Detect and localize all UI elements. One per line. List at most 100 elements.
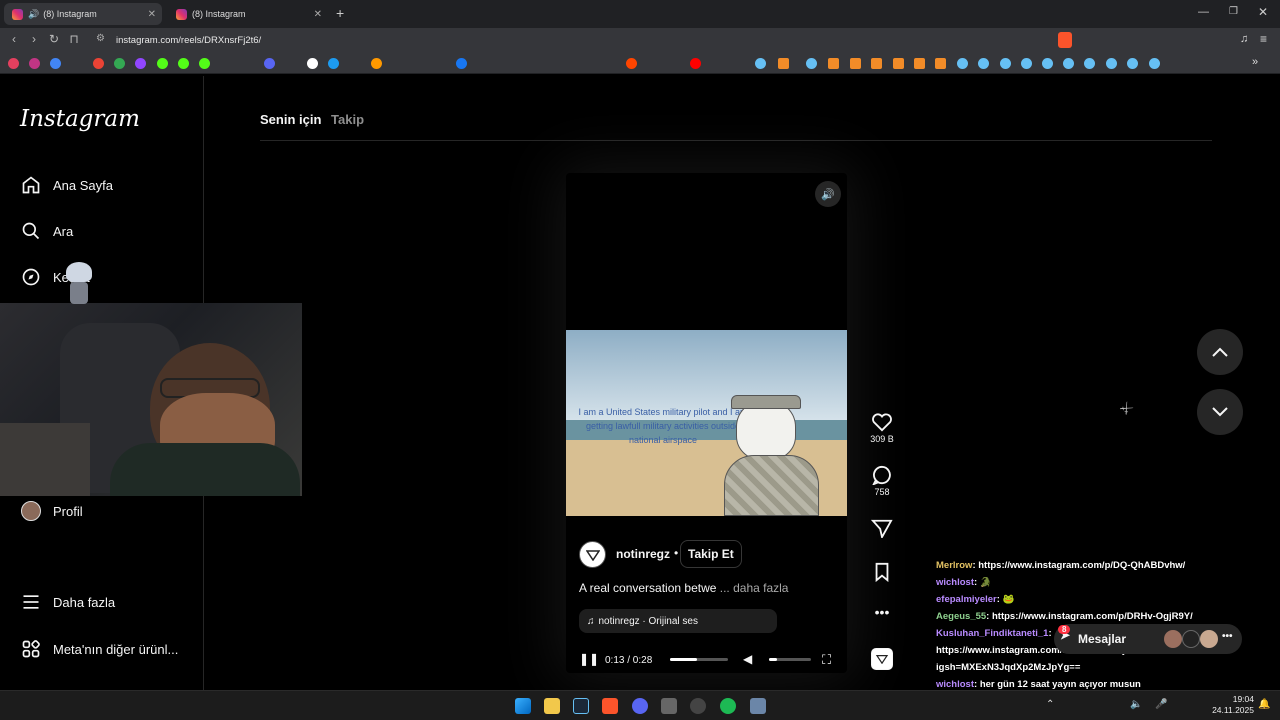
bookmark-icon[interactable] bbox=[328, 58, 339, 69]
bookmark-icon[interactable] bbox=[850, 58, 861, 69]
close-tab-icon[interactable]: ✕ bbox=[314, 9, 322, 20]
previous-reel-button[interactable] bbox=[1197, 329, 1243, 375]
bookmark-icon[interactable] bbox=[914, 58, 925, 69]
more-options-icon[interactable]: ••• bbox=[1222, 631, 1233, 642]
notification-icon[interactable]: 🔔 bbox=[1258, 699, 1270, 710]
speaker-icon[interactable]: 🔈 bbox=[1130, 699, 1142, 710]
bookmark-icon[interactable] bbox=[178, 58, 189, 69]
bookmark-icon[interactable] bbox=[828, 58, 839, 69]
browser-tab[interactable]: (8) Instagram ✕ bbox=[168, 3, 328, 25]
browser-tab[interactable]: 🔊 (8) Instagram ✕ bbox=[4, 3, 162, 25]
progress-bar[interactable] bbox=[670, 658, 728, 661]
discord-icon[interactable] bbox=[632, 698, 648, 714]
instagram-logo[interactable]: Instagram bbox=[20, 106, 140, 132]
audio-chip[interactable]: ♫ notinregz · Orijinal ses bbox=[579, 609, 777, 633]
bookmark-icon[interactable] bbox=[778, 58, 789, 69]
more-link[interactable]: ... daha fazla bbox=[720, 581, 789, 595]
close-tab-icon[interactable]: ✕ bbox=[148, 9, 156, 20]
reload-icon[interactable]: ↻ bbox=[46, 32, 62, 46]
music-icon[interactable]: ♫ bbox=[1240, 33, 1248, 45]
sidebar-item-home[interactable]: Ana Sayfa bbox=[20, 172, 113, 198]
follow-button[interactable]: Takip Et bbox=[680, 540, 742, 568]
sidebar-item-meta[interactable]: Meta'nın diğer ürünl... bbox=[20, 636, 178, 662]
bookmark-icon[interactable] bbox=[1021, 58, 1032, 69]
brave-icon[interactable] bbox=[602, 698, 618, 714]
clock[interactable]: 19:04 24.11.2025 bbox=[1208, 694, 1254, 716]
volume-slider[interactable] bbox=[769, 658, 811, 661]
like-button[interactable]: 309 B bbox=[866, 412, 898, 444]
chevron-up-icon[interactable]: ⌃ bbox=[1046, 699, 1054, 710]
emote-icon: 🐸 bbox=[1002, 594, 1015, 605]
bookmark-icon[interactable] bbox=[1042, 58, 1053, 69]
bookmark-icon[interactable] bbox=[1000, 58, 1011, 69]
bookmark-icon[interactable] bbox=[157, 58, 168, 69]
bookmark-icon[interactable] bbox=[806, 58, 817, 69]
bookmark-icon[interactable] bbox=[935, 58, 946, 69]
bookmark-icon[interactable] bbox=[893, 58, 904, 69]
bookmark-icon[interactable] bbox=[93, 58, 104, 69]
spotify-icon[interactable] bbox=[720, 698, 736, 714]
bookmark-icon[interactable] bbox=[8, 58, 19, 69]
bookmark-icon[interactable] bbox=[626, 58, 637, 69]
messages-button[interactable]: ➤ 8 Mesajlar ••• bbox=[1054, 624, 1242, 654]
menu-icon[interactable]: ≡ bbox=[1260, 32, 1267, 46]
bookmark-icon[interactable] bbox=[199, 58, 210, 69]
bookmark-icon[interactable] bbox=[307, 58, 318, 69]
bookmark-icon[interactable] bbox=[978, 58, 989, 69]
reel-video[interactable]: I am a United States military pilot and … bbox=[566, 330, 847, 516]
windows-start-icon[interactable] bbox=[515, 698, 531, 714]
bookmark-icon[interactable] bbox=[456, 58, 467, 69]
bookmark-icon[interactable] bbox=[135, 58, 146, 69]
tab-for-you[interactable]: Senin için bbox=[260, 112, 321, 127]
reel-player[interactable]: 🔊 I am a United States military pilot an… bbox=[566, 173, 847, 673]
reel-username[interactable]: notinregz bbox=[616, 547, 670, 561]
chat-message: igsh=MXExN3JqdXp2MzJpYg== bbox=[936, 662, 1081, 673]
bookmark-icon[interactable] bbox=[755, 58, 766, 69]
bookmark-icon[interactable] bbox=[371, 58, 382, 69]
bookmark-icon[interactable] bbox=[957, 58, 968, 69]
bookmark-icon[interactable] bbox=[264, 58, 275, 69]
forward-icon[interactable]: › bbox=[26, 32, 42, 46]
bookmark-icon[interactable] bbox=[1149, 58, 1160, 69]
share-button[interactable] bbox=[866, 518, 898, 540]
tab-following[interactable]: Takip bbox=[331, 112, 364, 127]
app-icon[interactable] bbox=[750, 698, 766, 714]
obs-icon[interactable] bbox=[690, 698, 706, 714]
minimize-icon[interactable]: — bbox=[1198, 6, 1209, 18]
steam-icon[interactable] bbox=[573, 698, 589, 714]
bookmark-icon[interactable]: ⊓ bbox=[66, 32, 82, 46]
sidebar-item-profile[interactable]: Profil bbox=[20, 498, 83, 524]
sidebar-item-more[interactable]: Daha fazla bbox=[20, 589, 115, 615]
chevron-right-icon[interactable]: » bbox=[1252, 56, 1258, 68]
back-icon[interactable]: ‹ bbox=[6, 32, 22, 46]
audio-page-icon[interactable] bbox=[871, 648, 893, 670]
fullscreen-icon[interactable]: ⛶ bbox=[822, 652, 831, 668]
bookmark-icon[interactable] bbox=[114, 58, 125, 69]
file-explorer-icon[interactable] bbox=[544, 698, 560, 714]
bookmark-icon[interactable] bbox=[50, 58, 61, 69]
bookmark-icon[interactable] bbox=[1084, 58, 1095, 69]
bookmark-icon[interactable] bbox=[690, 58, 701, 69]
sidebar-item-search[interactable]: Ara bbox=[20, 218, 73, 244]
speaker-icon[interactable]: ◀ bbox=[743, 652, 752, 666]
bookmark-icon[interactable] bbox=[1063, 58, 1074, 69]
site-settings-icon[interactable]: ⚙ bbox=[96, 33, 105, 44]
app-icon[interactable] bbox=[661, 698, 677, 714]
bookmark-icon[interactable] bbox=[29, 58, 40, 69]
next-reel-button[interactable] bbox=[1197, 389, 1243, 435]
comment-button[interactable]: 758 bbox=[866, 465, 898, 497]
bookmark-icon[interactable] bbox=[1106, 58, 1117, 69]
close-icon[interactable]: ✕ bbox=[1258, 5, 1268, 19]
bookmark-icon[interactable] bbox=[1127, 58, 1138, 69]
avatar[interactable] bbox=[579, 541, 606, 568]
plus-icon[interactable]: + bbox=[336, 5, 344, 21]
microphone-icon[interactable]: 🎤 bbox=[1155, 699, 1167, 710]
url-input[interactable]: ⚙ instagram.com/reels/DRXnsrFj2t6/ bbox=[90, 31, 985, 49]
save-button[interactable] bbox=[866, 562, 898, 584]
brave-shield-icon[interactable] bbox=[1058, 32, 1072, 48]
volume-icon[interactable]: 🔊 bbox=[815, 181, 841, 207]
more-options-icon[interactable]: ••• bbox=[866, 604, 898, 620]
maximize-icon[interactable]: ❐ bbox=[1229, 6, 1238, 17]
bookmark-icon[interactable] bbox=[871, 58, 882, 69]
pause-icon[interactable]: ❚❚ bbox=[579, 652, 599, 666]
